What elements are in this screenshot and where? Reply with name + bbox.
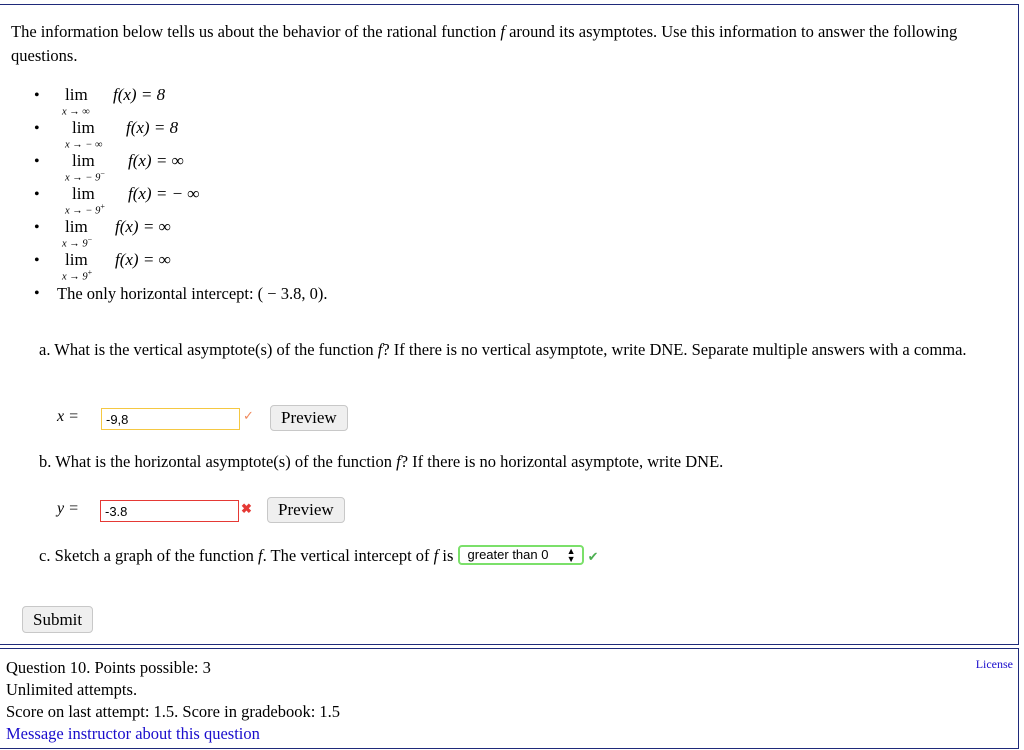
bullet: • [34, 186, 40, 203]
lim-word: lim [72, 184, 95, 203]
incorrect-x-icon: ✖ [241, 501, 252, 516]
license-link[interactable]: License [976, 657, 1013, 672]
bullet: • [34, 153, 40, 170]
lim-subscript: x → − 9− [65, 169, 105, 184]
question-panel: The information below tells us about the… [0, 4, 1019, 645]
bullet: • [34, 285, 40, 302]
message-instructor-link[interactable]: Message instructor about this question [6, 723, 340, 745]
answer-b-input[interactable] [100, 500, 239, 522]
lim-expression: f(x) = ∞ [115, 217, 171, 236]
question-b-text: b. What is the horizontal asymptote(s) o… [39, 452, 724, 471]
lim-word: lim [65, 217, 88, 236]
bullet: • [34, 87, 40, 104]
partial-check-icon: ✓ [243, 408, 254, 423]
correct-check-icon: ✔ [587, 549, 599, 564]
points-possible: Question 10. Points possible: 3 [6, 658, 211, 677]
lim-expression: f(x) = ∞ [128, 151, 184, 170]
vertical-intercept-select[interactable]: greater than 0 ▲ ▼ [457, 545, 584, 566]
attempts-info: Unlimited attempts. [6, 680, 138, 699]
lim-subscript: x → − 9+ [65, 202, 105, 217]
lim-word: lim [72, 151, 95, 170]
intercept-text: The only horizontal intercept: ( − 3.8, … [57, 284, 328, 303]
bullet: • [34, 252, 40, 269]
answer-a-label: x = [57, 408, 79, 425]
answer-b-label: y = [57, 500, 79, 517]
submit-button[interactable]: Submit [22, 606, 94, 633]
lim-word: lim [65, 250, 88, 269]
lim-expression: f(x) = 8 [113, 85, 166, 104]
question-info-footer: Question 10. Points possible: 3 Unlimite… [0, 648, 1019, 749]
lim-subscript: x → − ∞ [65, 139, 103, 151]
bullet: • [34, 219, 40, 236]
intro-part: The information below tells us about the… [11, 22, 501, 41]
lim-word: lim [65, 85, 88, 104]
lim-subscript: x → 9− [62, 235, 93, 250]
select-arrows-icon: ▲ ▼ [566, 546, 576, 565]
question-a-text: a. What is the vertical asymptote(s) of … [39, 340, 967, 359]
question-c-text: c. Sketch a graph of the function f. The… [39, 545, 599, 566]
score-info: Score on last attempt: 1.5. Score in gra… [6, 702, 341, 721]
lim-expression: f(x) = ∞ [115, 250, 171, 269]
answer-a-input[interactable] [101, 408, 240, 430]
lim-word: lim [72, 118, 95, 137]
lim-expression: f(x) = 8 [126, 118, 179, 137]
intro-text: The information below tells us about the… [11, 20, 1011, 68]
lim-expression: f(x) = − ∞ [128, 184, 200, 203]
preview-b-button[interactable]: Preview [267, 497, 345, 523]
lim-subscript: x → 9+ [62, 268, 93, 283]
preview-a-button[interactable]: Preview [270, 405, 348, 431]
lim-subscript: x → ∞ [62, 106, 90, 118]
bullet: • [34, 120, 40, 137]
